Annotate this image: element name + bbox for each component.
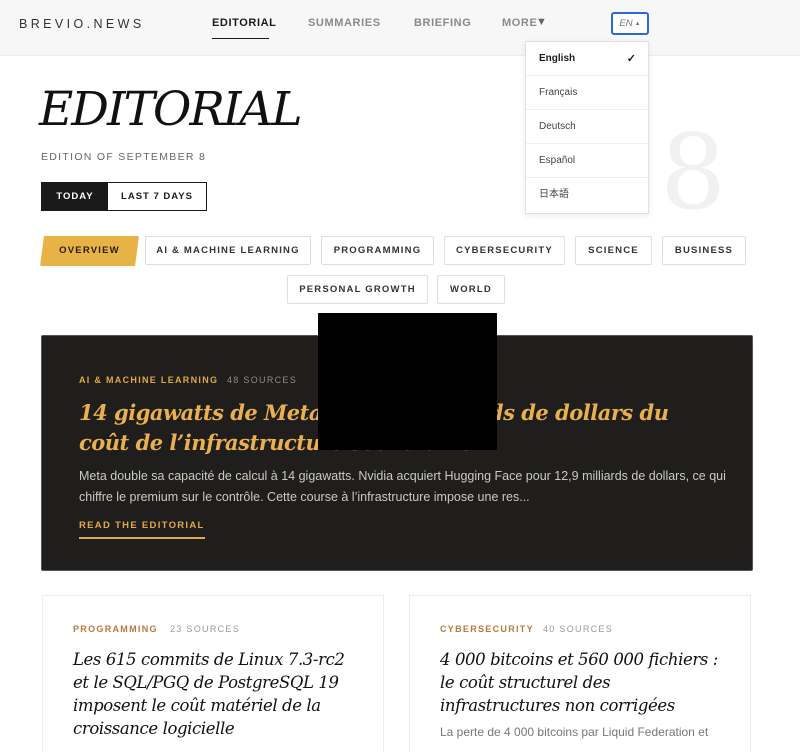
article-card-cybersecurity[interactable]: CYBERSECURITY 40 SOURCES 4 000 bitcoins … [409,595,751,752]
featured-source-count: 48 SOURCES [227,375,298,385]
edition-day-number: 8 [660,111,727,233]
category-overview[interactable]: OVERVIEW [40,236,139,266]
language-option-label: Deutsch [539,121,576,132]
edition-date: EDITION OF SEPTEMBER 8 [41,151,207,163]
toggle-today-button[interactable]: TODAY [42,183,108,210]
nav-editorial[interactable]: EDITORIAL [212,17,276,29]
chevron-up-icon: ▲ [634,21,641,27]
category-personal-growth[interactable]: PERSONAL GROWTH [287,275,428,304]
card-headline[interactable]: Les 615 commits de Linux 7.3-rc2 et le S… [73,648,363,740]
card-source-count: 40 SOURCES [543,624,614,634]
language-option-spanish[interactable]: Español [526,144,648,178]
nav-briefing[interactable]: BRIEFING [414,17,471,29]
featured-category-label: AI & MACHINE LEARNING [79,375,219,385]
language-option-japanese[interactable]: 日本語 [526,178,648,212]
top-header: BREVIO.NEWS EDITORIAL SUMMARIES BRIEFING… [0,0,800,56]
language-option-french[interactable]: Français [526,76,648,110]
language-option-german[interactable]: Deutsch [526,110,648,144]
card-source-count: 23 SOURCES [170,624,241,634]
category-science[interactable]: SCIENCE [575,236,652,265]
redaction-block [318,313,497,450]
card-headline[interactable]: 4 000 bitcoins et 560 000 fichiers : le … [440,648,730,717]
category-ai-machine-learning[interactable]: AI & MACHINE LEARNING [145,236,311,265]
category-business[interactable]: BUSINESS [662,236,746,265]
site-logo[interactable]: BREVIO.NEWS [19,17,145,31]
article-card-programming[interactable]: PROGRAMMING 23 SOURCES Les 615 commits d… [42,595,384,752]
category-cybersecurity[interactable]: CYBERSECURITY [444,236,565,265]
language-option-label: English [539,53,576,64]
language-code: EN [619,18,633,29]
card-category-label: PROGRAMMING [73,624,158,634]
language-dropdown-menu: English ✓ Français Deutsch Español 日本語 [525,41,649,214]
language-option-label: 日本語 [539,189,569,200]
read-editorial-link[interactable]: READ THE EDITORIAL [79,520,205,539]
language-option-english[interactable]: English ✓ [526,42,648,76]
card-category-label: CYBERSECURITY [440,624,534,634]
card-excerpt: La perte de 4 000 bitcoins par Liquid Fe… [440,725,709,739]
featured-excerpt: Meta double sa capacité de calcul à 14 g… [79,469,726,504]
language-option-label: Español [539,155,576,166]
language-selector-button[interactable]: EN ▲ [611,12,649,35]
nav-active-underline [212,38,269,39]
nav-summaries[interactable]: SUMMARIES [308,17,381,29]
toggle-last-7-days-button[interactable]: LAST 7 DAYS [108,183,206,210]
check-icon: ✓ [626,53,636,65]
nav-more[interactable]: MORE [502,17,537,29]
page-title: EDITORIAL [39,82,303,137]
language-option-label: Français [539,87,578,98]
time-range-toggle: TODAY LAST 7 DAYS [41,182,207,211]
chevron-down-icon[interactable]: ▼ [536,16,547,28]
category-programming[interactable]: PROGRAMMING [321,236,434,265]
category-world[interactable]: WORLD [437,275,505,304]
